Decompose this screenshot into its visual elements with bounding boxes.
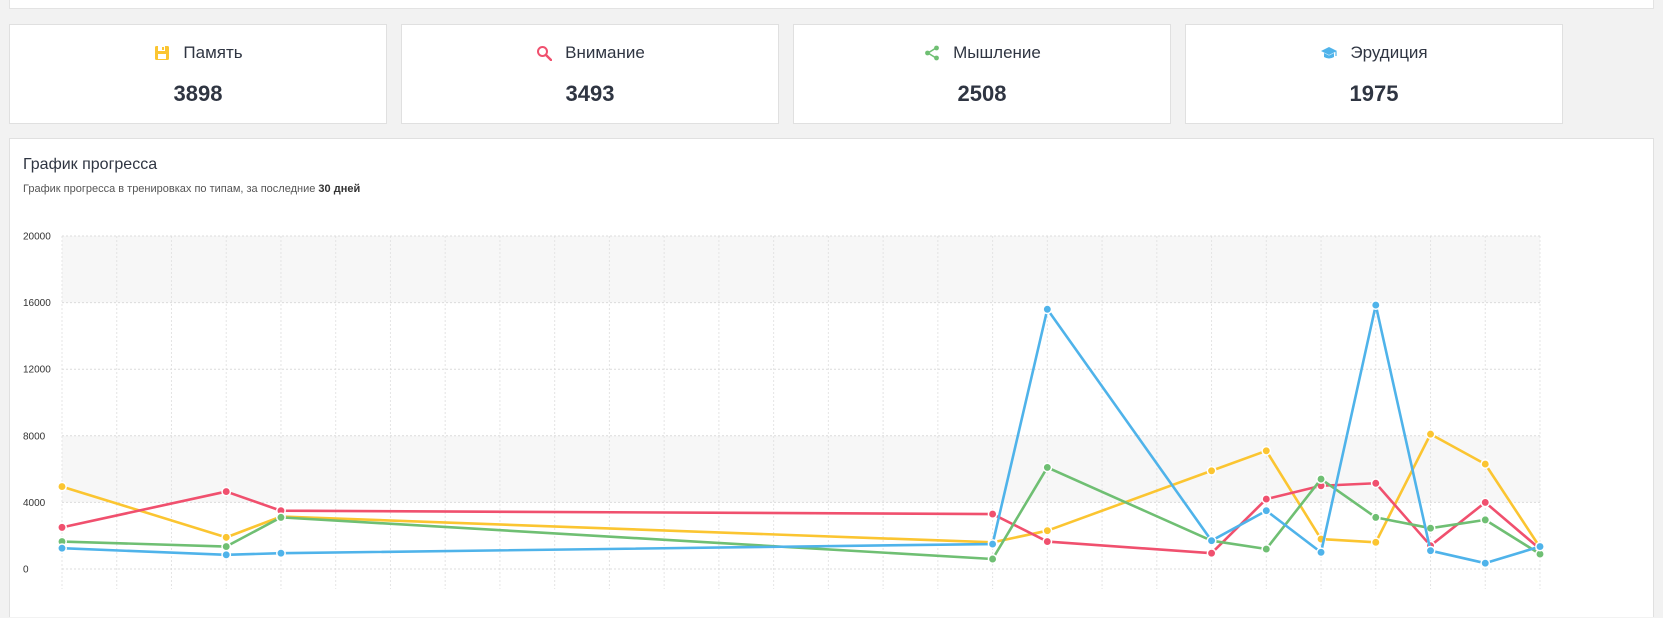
data-point[interactable] <box>1261 544 1272 554</box>
stat-label: Память <box>183 43 243 62</box>
top-bar <box>9 0 1654 9</box>
y-tick-label: 4000 <box>23 498 46 509</box>
graduation-cap-icon <box>1320 44 1338 62</box>
data-point[interactable] <box>987 539 998 549</box>
data-point[interactable] <box>1042 304 1053 315</box>
y-tick-label: 16000 <box>23 298 51 309</box>
y-tick-label: 20000 <box>23 232 51 243</box>
stat-header: Внимание <box>402 42 778 64</box>
stat-card-thinking: Мышление 2508 <box>793 24 1171 124</box>
stat-card-attention: Внимание 3493 <box>401 24 779 124</box>
y-tick-label: 12000 <box>23 365 51 376</box>
data-point[interactable] <box>1480 514 1491 525</box>
data-point[interactable] <box>1042 536 1053 547</box>
stat-header: Память <box>10 42 386 64</box>
data-point[interactable] <box>1425 429 1436 440</box>
data-point[interactable] <box>1261 494 1272 505</box>
data-point[interactable] <box>221 532 232 543</box>
y-tick-label: 8000 <box>23 431 46 442</box>
data-point[interactable] <box>276 512 286 523</box>
data-point[interactable] <box>1206 535 1217 546</box>
data-point[interactable] <box>1370 537 1381 548</box>
data-point[interactable] <box>1370 300 1381 311</box>
grid-band <box>62 236 1540 303</box>
stat-label: Мышление <box>953 43 1041 62</box>
share-icon <box>923 44 941 62</box>
stat-header: Мышление <box>794 42 1170 64</box>
data-point[interactable] <box>1206 465 1217 476</box>
data-point[interactable] <box>1480 459 1491 470</box>
stat-value: 3898 <box>173 81 223 106</box>
data-point[interactable] <box>987 509 998 520</box>
data-point[interactable] <box>221 549 232 560</box>
stats-row: Память 3898 Внимание 3493 Мышление 2508 … <box>9 24 1654 124</box>
stat-header: Эрудиция <box>1186 42 1562 64</box>
data-point[interactable] <box>1370 512 1381 523</box>
data-point[interactable] <box>1316 474 1326 485</box>
data-point[interactable] <box>1425 545 1436 556</box>
data-point[interactable] <box>57 543 67 554</box>
data-point[interactable] <box>221 541 232 552</box>
data-point[interactable] <box>1206 548 1217 559</box>
data-point[interactable] <box>1480 558 1491 569</box>
data-point[interactable] <box>987 554 998 564</box>
data-point[interactable] <box>1316 547 1326 558</box>
data-point[interactable] <box>1425 523 1436 534</box>
stat-value: 1975 <box>1349 81 1399 106</box>
stat-label: Внимание <box>565 43 645 62</box>
data-point[interactable] <box>1042 462 1053 473</box>
search-icon <box>535 44 553 62</box>
data-point[interactable] <box>221 486 232 497</box>
floppy-icon <box>153 44 171 62</box>
data-point[interactable] <box>1042 525 1053 536</box>
data-point[interactable] <box>1370 478 1381 489</box>
data-point[interactable] <box>1261 505 1272 516</box>
stat-value: 2508 <box>957 81 1007 106</box>
y-tick-label: 0 <box>23 565 29 576</box>
data-point[interactable] <box>57 481 67 492</box>
data-point[interactable] <box>57 522 67 533</box>
stat-card-erudition: Эрудиция 1975 <box>1185 24 1563 124</box>
stat-label: Эрудиция <box>1350 43 1428 62</box>
data-point[interactable] <box>1535 541 1545 552</box>
progress-chart-panel: График прогресса График прогресса в трен… <box>9 138 1654 617</box>
grid-band <box>62 435 1540 503</box>
series-line <box>61 303 1541 565</box>
data-point[interactable] <box>1480 497 1491 508</box>
stat-value: 3493 <box>565 81 615 106</box>
data-point[interactable] <box>276 548 286 559</box>
progress-line-chart: 0 4000 8000 12000 16000 20000 <box>23 232 1545 589</box>
data-point[interactable] <box>1261 445 1272 456</box>
stat-card-memory: Память 3898 <box>9 24 387 124</box>
